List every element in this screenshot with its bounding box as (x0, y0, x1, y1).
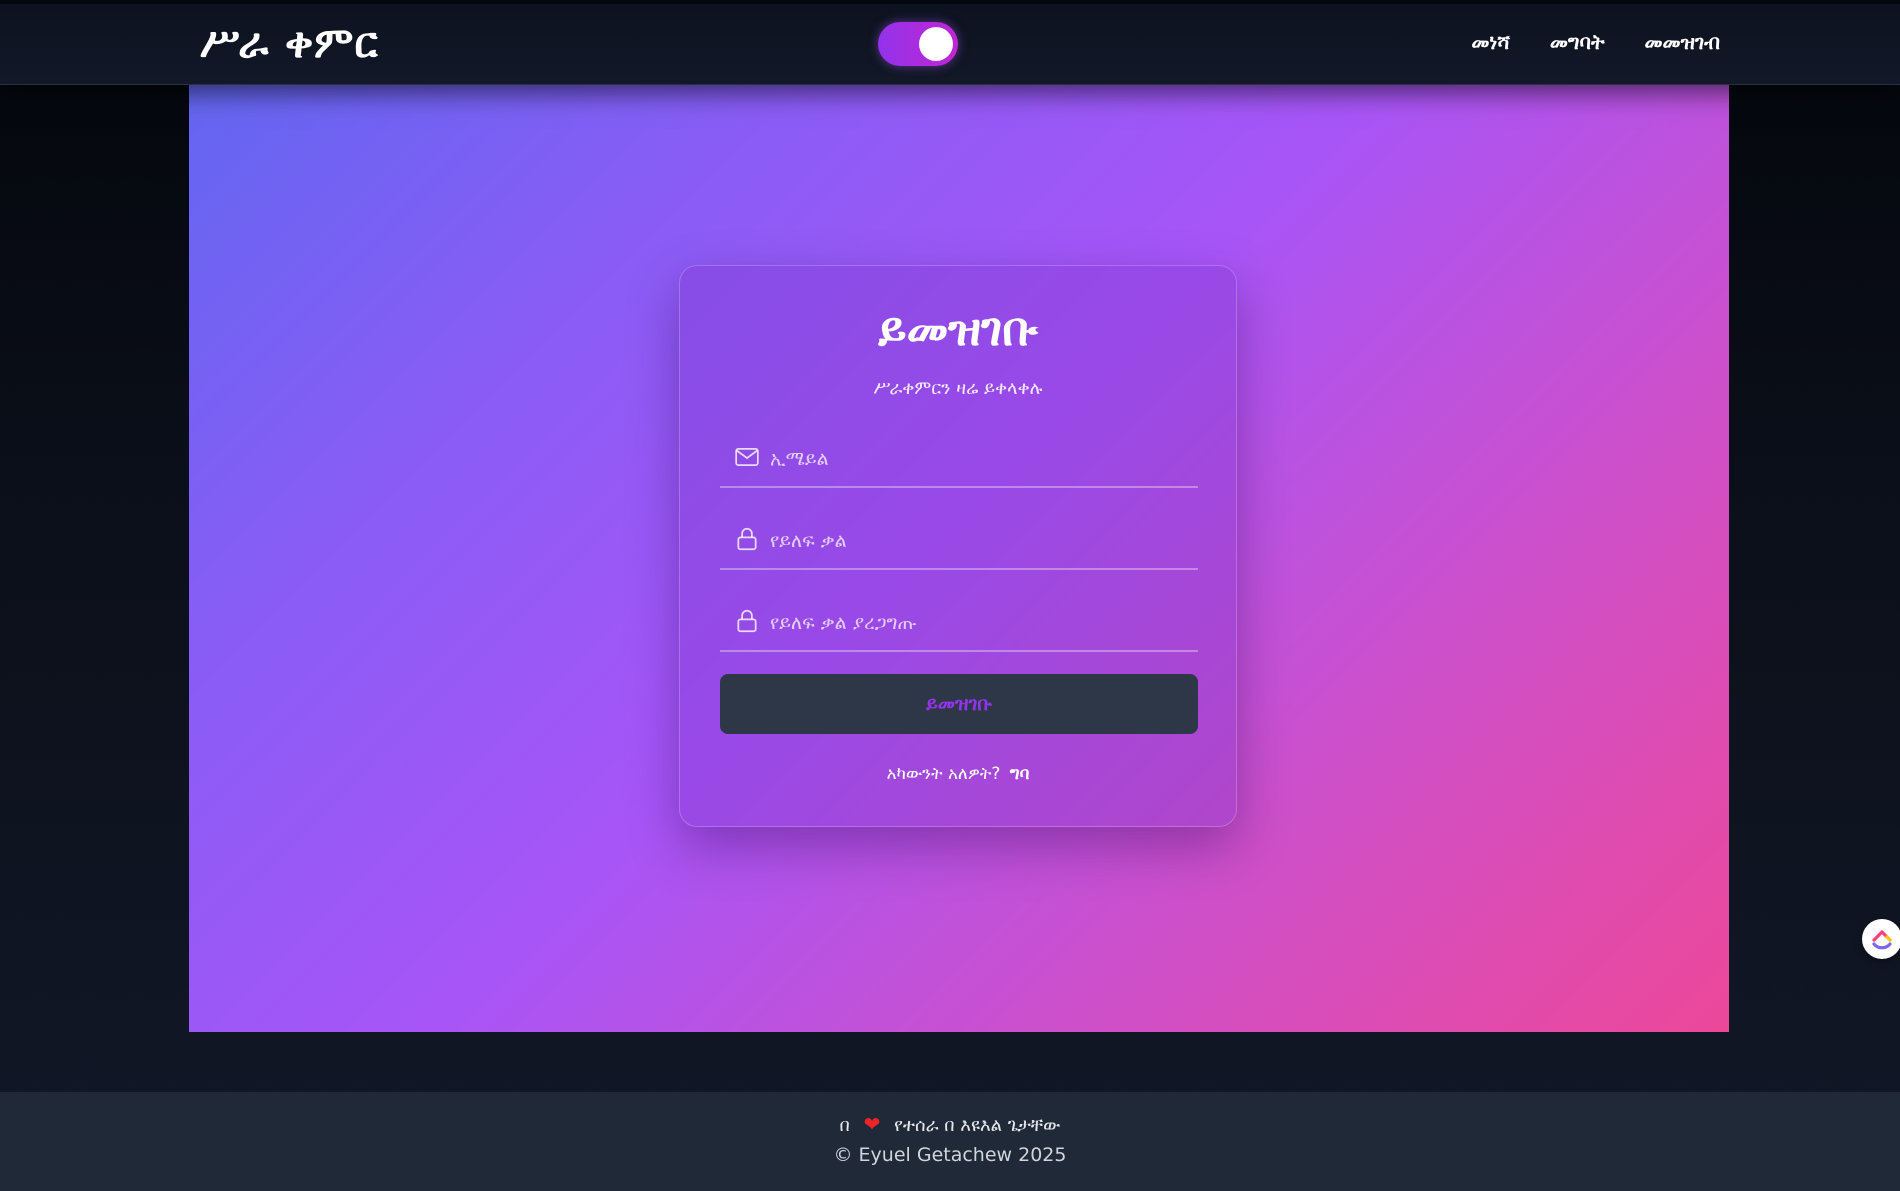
heart-icon: ❤ (863, 1112, 881, 1136)
main-nav: መነሻ መግባት መመዝገብ (1471, 30, 1720, 54)
clickup-logo-icon (1872, 930, 1892, 950)
password-input[interactable] (768, 520, 1192, 562)
footer: በ ❤ የተሰራ በ እዩእል ጌታቸው © Eyuel Getachew 20… (0, 1092, 1900, 1191)
navbar: ሥራ ቀምር መነሻ መግባት መመዝገብ (0, 4, 1900, 85)
login-prompt-row: አካውንት አለዎት? ግባ (680, 764, 1236, 784)
form-title: ይመዝገቡ (878, 302, 1038, 356)
made-prefix: በ (839, 1115, 850, 1136)
email-field (720, 430, 1198, 488)
login-link[interactable]: ግባ (1010, 764, 1030, 784)
nav-link-login[interactable]: መግባት (1550, 30, 1605, 54)
register-card: ይመዝገቡ ሥራቀምርን ዛሬ ይቀላቀሉ ይመዝገቡ አ (679, 265, 1237, 827)
confirm-password-field (720, 594, 1198, 652)
mail-icon (735, 448, 759, 466)
email-input[interactable] (768, 438, 1192, 480)
confirm-password-input[interactable] (768, 602, 1192, 644)
brand-logo[interactable]: ሥራ ቀምር (200, 18, 379, 68)
hero-section: ይመዝገቡ ሥራቀምርን ዛሬ ይቀላቀሉ ይመዝገቡ አ (189, 84, 1729, 1032)
nav-link-home[interactable]: መነሻ (1471, 30, 1509, 54)
login-prompt-text: አካውንት አለዎት? (886, 764, 1001, 784)
register-button[interactable]: ይመዝገቡ (720, 674, 1198, 734)
chat-widget-button[interactable] (1862, 919, 1900, 959)
copyright-text: © Eyuel Getachew 2025 (833, 1144, 1067, 1166)
form-subtitle: ሥራቀምርን ዛሬ ይቀላቀሉ (873, 378, 1043, 399)
made-with-love: በ ❤ የተሰራ በ እዩእል ጌታቸው (0, 1112, 1900, 1136)
lock-icon (737, 609, 757, 633)
password-field (720, 512, 1198, 570)
theme-toggle-knob (919, 27, 953, 61)
made-suffix: የተሰራ በ እዩእል ጌታቸው (894, 1115, 1061, 1136)
lock-icon (737, 527, 757, 551)
nav-link-register[interactable]: መመዝገብ (1644, 30, 1720, 54)
theme-toggle[interactable] (878, 22, 958, 66)
